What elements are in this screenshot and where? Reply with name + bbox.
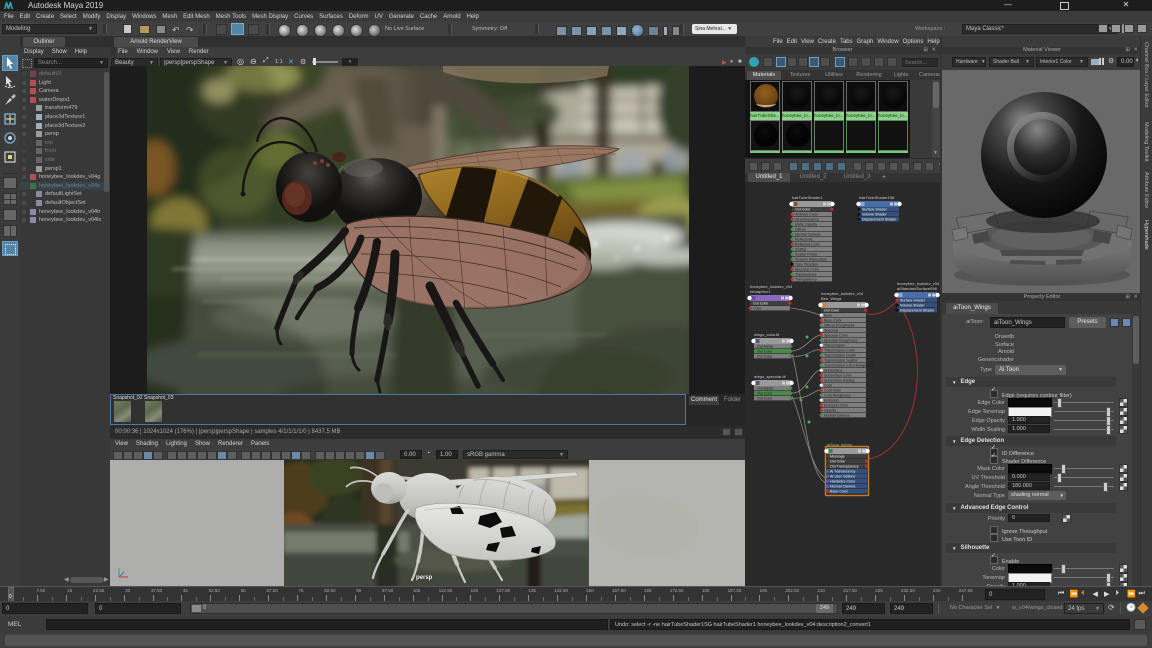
svg-text:Displacement Shader: Displacement Shader — [862, 217, 897, 221]
svg-text:Tube Direction: Tube Direction — [795, 262, 818, 266]
svg-text:Transparency: Transparency — [795, 277, 817, 281]
svg-text:Diffuse: Diffuse — [795, 227, 806, 231]
svg-text:Surface Shader: Surface Shader — [900, 298, 926, 302]
svg-text:Out Color: Out Color — [757, 354, 773, 358]
svg-text:Subsurface Radius: Subsurface Radius — [824, 378, 855, 382]
svg-text:Out Color: Out Color — [824, 308, 840, 312]
svg-text:Transmission: Transmission — [824, 343, 845, 347]
svg-text:Out Color: Out Color — [757, 396, 773, 400]
svg-text:Out Alpha: Out Alpha — [757, 344, 773, 348]
svg-text:Out Color: Out Color — [830, 459, 846, 463]
svg-text:remapHsv1: remapHsv1 — [750, 289, 771, 294]
svg-text:Incandescence: Incandescence — [795, 217, 819, 221]
svg-text:aiStandardSurface056: aiStandardSurface056 — [897, 286, 938, 291]
svg-text:Translucence: Translucence — [795, 272, 816, 276]
svg-text:Normal Camera: Normal Camera — [795, 232, 820, 236]
svg-text:Out Alpha: Out Alpha — [757, 386, 773, 390]
svg-text:Emission: Emission — [824, 398, 839, 402]
svg-text:Hardware Color: Hardware Color — [830, 479, 856, 483]
svg-text:Shadow Attenuation: Shadow Attenuation — [795, 257, 827, 261]
svg-text:Out Color: Out Color — [757, 391, 773, 395]
svg-text:Specular: Specular — [824, 328, 839, 332]
svg-text:Subsurface Color: Subsurface Color — [824, 373, 853, 377]
svg-text:Out Color: Out Color — [795, 207, 811, 211]
svg-text:Displacement Shader: Displacement Shader — [900, 308, 935, 312]
svg-text:Out Color: Out Color — [757, 349, 773, 353]
svg-text:Coat Roughness: Coat Roughness — [824, 393, 851, 397]
svg-text:Color: Color — [753, 306, 762, 310]
svg-text:Bee_Wings: Bee_Wings — [821, 296, 841, 301]
svg-text:Diffuse Roughness: Diffuse Roughness — [824, 323, 855, 327]
svg-text:wings_color.tif: wings_color.tif — [754, 332, 780, 337]
svg-text:Coat Color: Coat Color — [824, 388, 842, 392]
svg-text:Opacity: Opacity — [824, 408, 836, 412]
svg-text:Base Color: Base Color — [824, 318, 843, 322]
svg-text:Reflectivity: Reflectivity — [795, 237, 813, 241]
svg-text:Volume Shader: Volume Shader — [900, 303, 925, 307]
svg-text:Normal Camera: Normal Camera — [824, 413, 849, 417]
svg-text:Base Color: Base Color — [830, 489, 849, 493]
svg-text:Emission Color: Emission Color — [824, 403, 849, 407]
svg-text:Ai User Options: Ai User Options — [830, 474, 855, 478]
svg-text:Specular Roughness: Specular Roughness — [824, 338, 858, 342]
svg-text:hairTubeShader1: hairTubeShader1 — [792, 195, 824, 200]
svg-text:Volume Shader: Volume Shader — [862, 212, 887, 216]
svg-text:Transmission Depth: Transmission Depth — [824, 353, 856, 357]
svg-text:Transmission Extra Roughness: Transmission Extra Roughness — [824, 363, 874, 367]
svg-text:Reflected Color: Reflected Color — [795, 242, 821, 246]
svg-text:Specular Color: Specular Color — [824, 333, 849, 337]
svg-text:Message: Message — [830, 454, 845, 458]
svg-text:Scatter Power: Scatter Power — [795, 252, 818, 256]
svg-text:Out Transparency: Out Transparency — [830, 464, 859, 468]
svg-text:Transmission Scatter: Transmission Scatter — [824, 358, 858, 362]
svg-text:hairTubeShader158: hairTubeShader158 — [859, 195, 895, 200]
svg-text:Scatter: Scatter — [795, 247, 807, 251]
svg-text:Out Color: Out Color — [753, 301, 769, 305]
svg-text:Matte Opacity: Matte Opacity — [795, 222, 817, 226]
svg-text:Ambient Color: Ambient Color — [795, 212, 819, 216]
svg-text:wings_specular.tif: wings_specular.tif — [754, 374, 786, 379]
svg-text:Specular Color: Specular Color — [795, 267, 820, 271]
svg-text:Coat: Coat — [824, 383, 832, 387]
svg-text:Subsurface: Subsurface — [824, 368, 842, 372]
svg-text:Ai Translucency: Ai Translucency — [830, 469, 856, 473]
svg-text:Normal Camera: Normal Camera — [830, 484, 855, 488]
svg-text:Base: Base — [824, 313, 832, 317]
svg-text:Transmission Color: Transmission Color — [824, 348, 856, 352]
svg-text:Surface Shader: Surface Shader — [862, 207, 888, 211]
